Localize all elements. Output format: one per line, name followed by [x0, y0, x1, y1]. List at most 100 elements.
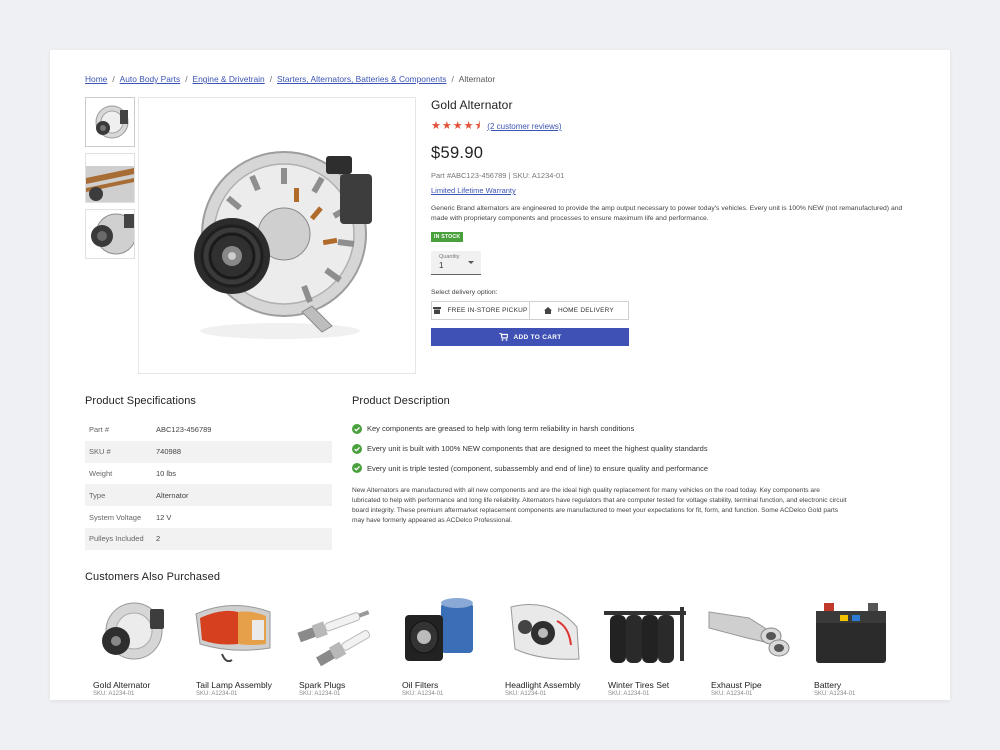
spec-row: System Voltage 12 V: [85, 506, 332, 528]
related-product-card[interactable]: Battery SKU: A1234-01: [806, 594, 909, 697]
related-product-name: Winter Tires Set: [608, 680, 670, 690]
customer-reviews-link[interactable]: (2 customer reviews): [487, 122, 561, 131]
thumbnail-3[interactable]: [85, 209, 135, 259]
product-specifications: Product Specifications Part # ABC123-4567…: [85, 395, 332, 550]
description-bullet: Key components are greased to help with …: [352, 419, 852, 439]
related-product-card[interactable]: Headlight Assembly SKU: A1234-01: [497, 594, 600, 697]
thumbnail-2[interactable]: [85, 153, 135, 203]
spec-row: Type Alternator: [85, 484, 332, 507]
breadcrumb-engine-drivetrain[interactable]: Engine & Drivetrain: [193, 74, 265, 84]
breadcrumb-separator: /: [185, 74, 188, 84]
related-product-name: Battery: [814, 680, 842, 690]
spec-label: Pulleys Included: [85, 527, 152, 550]
headlight-icon: [510, 604, 580, 660]
spec-value: 740988: [152, 440, 332, 463]
related-product-card[interactable]: Winter Tires Set SKU: A1234-01: [600, 594, 703, 697]
description-paragraph: New Alternators are manufactured with al…: [352, 487, 847, 525]
alternator-thumbnail-image: [91, 213, 134, 255]
headlight-assembly-image: [497, 594, 587, 672]
exhaust-pipe-icon: [708, 611, 790, 657]
related-product-sku: SKU: A1234-01: [93, 691, 135, 697]
alternator-image: [85, 594, 175, 672]
check-circle-icon: [352, 443, 362, 454]
in-store-pickup-label: FREE IN-STORE PICKUP: [447, 307, 528, 315]
winter-tires-image: [600, 594, 690, 672]
part-sku-info: Part #ABC123-456789 | SKU: A1234-01: [431, 171, 565, 180]
product-blurb: Generic Brand alternators are engineered…: [431, 205, 903, 223]
spec-value: 10 lbs: [156, 468, 177, 478]
related-product-name: Headlight Assembly: [505, 680, 581, 690]
product-page: Home / Auto Body Parts / Engine & Drivetrain…: [50, 50, 950, 700]
quantity-value: 1: [439, 261, 444, 271]
customers-also-purchased: Customers Also Purchased Gold Alternator…: [85, 571, 915, 697]
also-purchased-title: Customers Also Purchased: [85, 571, 221, 583]
tail-lamp-icon: [195, 604, 271, 663]
caret-down-icon: [468, 261, 474, 265]
related-product-card[interactable]: Tail Lamp Assembly SKU: A1234-01: [188, 594, 291, 697]
exhaust-pipe-image: [703, 594, 793, 672]
spec-row: Pulleys Included 2: [85, 527, 332, 550]
related-product-card[interactable]: Spark Plugs SKU: A1234-01: [291, 594, 394, 697]
cart-icon: [498, 333, 508, 342]
related-product-card[interactable]: Gold Alternator SKU: A1234-01: [85, 594, 188, 697]
breadcrumb-separator: /: [112, 74, 115, 84]
related-product-name: Tail Lamp Assembly: [196, 680, 272, 690]
battery-icon: [816, 603, 886, 663]
breadcrumb: Home / Auto Body Parts / Engine & Drivetrain…: [85, 74, 495, 84]
alternator-thumbnail-image: [86, 166, 134, 202]
related-product-name: Oil Filters: [402, 680, 439, 690]
related-product-sku: SKU: A1234-01: [814, 691, 856, 697]
spec-label: SKU #: [85, 440, 152, 463]
related-product-card[interactable]: Oil Filters SKU: A1234-01: [394, 594, 497, 697]
delivery-option-label: Select delivery option:: [431, 289, 498, 297]
related-product-sku: SKU: A1234-01: [402, 691, 444, 697]
breadcrumb-separator: /: [451, 74, 454, 84]
breadcrumb-starters-alternators[interactable]: Starters, Alternators, Batteries & Compo…: [277, 74, 446, 84]
add-to-cart-button[interactable]: ADD TO CART: [431, 328, 629, 347]
related-product-card[interactable]: Exhaust Pipe SKU: A1234-01: [703, 594, 806, 697]
description-title: Product Description: [352, 395, 450, 407]
warranty-link[interactable]: Limited Lifetime Warranty: [431, 186, 851, 195]
rating-stars: ★★★★⯨: [431, 120, 482, 132]
quantity-select[interactable]: Quantity 1: [431, 251, 481, 276]
thumbnail-list: [85, 97, 135, 265]
spec-value: 12 V: [156, 512, 172, 522]
specifications-title: Product Specifications: [85, 395, 197, 407]
spec-label: System Voltage: [89, 512, 142, 522]
breadcrumb-home[interactable]: Home: [85, 74, 107, 84]
product-price: $59.90: [431, 144, 484, 162]
breadcrumb-auto-body-parts[interactable]: Auto Body Parts: [120, 74, 181, 84]
related-product-name: Gold Alternator: [93, 680, 151, 690]
delivery-options: FREE IN-STORE PICKUP HOME DELIVERY: [431, 301, 629, 321]
related-product-name: Spark Plugs: [299, 680, 346, 690]
rating-row: ★★★★⯨ (2 customer reviews): [431, 117, 851, 136]
tail-lamp-image: [188, 594, 278, 672]
home-delivery-label: HOME DELIVERY: [558, 307, 614, 315]
home-delivery-button[interactable]: HOME DELIVERY: [530, 301, 629, 321]
related-product-sku: SKU: A1234-01: [505, 691, 547, 697]
battery-image: [806, 594, 896, 672]
main-product-image[interactable]: [138, 97, 416, 374]
product-description: Product Description Key components are g…: [352, 395, 852, 526]
alternator-icon: [102, 602, 164, 660]
spec-label: Part #: [89, 425, 110, 435]
tires-icon: [604, 607, 686, 663]
quantity-label: Quantity: [439, 254, 460, 261]
description-bullet-text: Every unit is built with 100% NEW compon…: [367, 444, 708, 454]
product-title: Gold Alternator: [431, 98, 513, 112]
spec-label: Weight: [89, 468, 113, 478]
related-product-sku: SKU: A1234-01: [299, 691, 341, 697]
in-store-pickup-button[interactable]: FREE IN-STORE PICKUP: [431, 301, 530, 321]
breadcrumb-current: Alternator: [458, 74, 496, 84]
spec-value: 2: [152, 527, 332, 550]
related-product-sku: SKU: A1234-01: [608, 691, 650, 697]
spark-plugs-image: [291, 594, 381, 672]
description-bullet: Every unit is built with 100% NEW compon…: [352, 439, 852, 459]
spec-value: Alternator: [152, 484, 332, 507]
add-to-cart-label: ADD TO CART: [513, 333, 562, 341]
oil-filters-image: [394, 594, 484, 672]
alternator-thumbnail-image: [95, 105, 129, 139]
spark-plug-icon: [297, 610, 371, 667]
description-bullet: Every unit is triple tested (component, …: [352, 459, 852, 479]
thumbnail-1[interactable]: [85, 97, 135, 147]
